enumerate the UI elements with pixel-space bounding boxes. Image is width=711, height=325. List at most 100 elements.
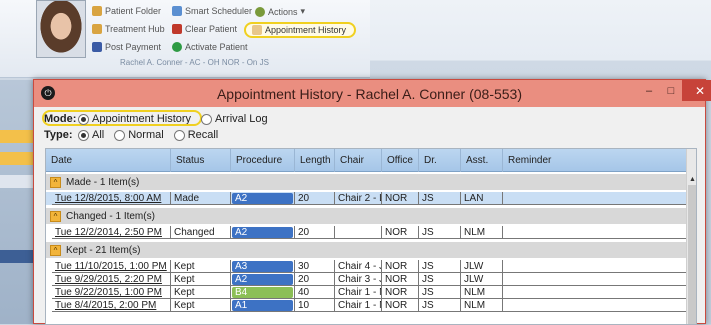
cell-office: NOR (382, 260, 419, 273)
table-row[interactable]: Tue 12/2/2014, 2:50 PM Changed A2 20 NOR JS NL… (46, 226, 686, 239)
type-recall-radio[interactable]: Recall (173, 129, 218, 141)
history-icon (252, 25, 262, 35)
mode-arrival-log-radio[interactable]: Arrival Log (201, 113, 268, 125)
type-normal-label: Normal (128, 129, 164, 141)
procedure-badge: A2 (232, 193, 293, 204)
actions-menu[interactable]: Actions ▾ (255, 6, 305, 17)
minimize-button[interactable]: – (638, 80, 660, 101)
radio-checked-icon[interactable] (78, 129, 89, 141)
cell-procedure: A2 (231, 192, 295, 205)
cell-procedure: B4 (231, 286, 295, 299)
column-header-procedure[interactable]: Procedure (231, 149, 295, 172)
smart-scheduler-button[interactable]: Smart Scheduler (172, 6, 252, 16)
column-header-dr[interactable]: Dr. (419, 149, 461, 172)
group-label: Changed - 1 Item(s) (66, 210, 155, 222)
cell-date[interactable]: Tue 12/2/2014, 2:50 PM (52, 226, 171, 239)
cell-chair: Chair 1 - N (335, 286, 382, 299)
side-tab[interactable] (0, 250, 34, 263)
group-label: Kept - 21 Item(s) (66, 244, 141, 256)
cell-date[interactable]: Tue 12/8/2015, 8:00 AM (52, 192, 171, 205)
cell-length: 10 (295, 299, 335, 312)
mode-highlight (42, 110, 202, 126)
column-header-office[interactable]: Office (382, 149, 419, 172)
cell-length: 20 (295, 192, 335, 205)
dialog-title: Appointment History - Rachel A. Conner (… (216, 85, 523, 102)
cell-date[interactable]: Tue 8/4/2015, 2:00 PM (52, 299, 171, 312)
procedure-badge: A2 (232, 274, 293, 285)
cell-chair: Chair 4 - J (335, 260, 382, 273)
table-row[interactable]: Tue 11/10/2015, 1:00 PM Kept A3 30 Chair 4 -… (46, 260, 686, 273)
maximize-button[interactable]: □ (660, 80, 682, 101)
actions-icon (255, 6, 265, 17)
cell-date[interactable]: Tue 11/10/2015, 1:00 PM (52, 260, 171, 273)
group-header[interactable]: ^ Made - 1 Item(s) (46, 174, 686, 190)
scroll-up-arrow-icon[interactable]: ▲ (688, 175, 696, 184)
cell-status: Kept (171, 299, 231, 312)
cell-date[interactable]: Tue 9/29/2015, 2:20 PM (52, 273, 171, 286)
activate-icon (172, 42, 182, 52)
radio-icon[interactable] (114, 129, 126, 141)
patient-folder-button[interactable]: Patient Folder (92, 6, 161, 16)
close-button[interactable]: ✕ (682, 80, 711, 101)
cell-asst: NLM (461, 226, 503, 239)
cell-length: 20 (295, 273, 335, 286)
treatment-hub-button[interactable]: Treatment Hub (92, 24, 165, 34)
grid-header: Date Status Procedure Length Chair Offic… (46, 149, 686, 172)
type-row: Type: All Normal Recall (44, 128, 224, 142)
table-row[interactable]: Tue 9/22/2015, 1:00 PM Kept B4 40 Chair 1 - … (46, 286, 686, 299)
side-tab[interactable] (0, 175, 34, 188)
activate-patient-label: Activate Patient (185, 42, 248, 52)
activate-patient-button[interactable]: Activate Patient (172, 42, 248, 52)
column-header-date[interactable]: Date (46, 149, 171, 172)
filter-options: Mode: Appointment History Arrival Log Ty… (42, 110, 704, 146)
radio-checked-icon[interactable] (78, 113, 89, 125)
procedure-badge: B4 (232, 287, 293, 298)
type-normal-radio[interactable]: Normal (114, 129, 164, 141)
actions-label: Actions (268, 6, 298, 17)
cell-dr: JS (419, 192, 461, 205)
column-header-status[interactable]: Status (171, 149, 231, 172)
table-row[interactable]: Tue 8/4/2015, 2:00 PM Kept A1 10 Chair 1 - N… (46, 299, 686, 312)
side-tab[interactable] (0, 152, 34, 165)
group-header[interactable]: ^ Kept - 21 Item(s) (46, 242, 686, 258)
radio-icon[interactable] (201, 113, 213, 125)
procedure-badge: A2 (232, 227, 293, 238)
clear-patient-label: Clear Patient (185, 24, 238, 34)
title-bar[interactable]: ⏻ Appointment History - Rachel A. Conner… (34, 80, 711, 107)
collapse-group-icon[interactable]: ^ (50, 244, 61, 256)
column-header-length[interactable]: Length (295, 149, 335, 172)
collapse-group-icon[interactable]: ^ (50, 176, 61, 188)
appointment-history-ribbon-button[interactable]: Appointment History (244, 22, 356, 38)
side-panel (0, 80, 34, 324)
scroll-thumb[interactable] (688, 185, 696, 324)
cell-dr: JS (419, 226, 461, 239)
column-header-reminder[interactable]: Reminder (503, 149, 686, 172)
side-tab[interactable] (0, 130, 34, 143)
cell-asst: NLM (461, 286, 503, 299)
post-payment-button[interactable]: Post Payment (92, 42, 161, 52)
cell-reminder (503, 273, 686, 286)
column-header-asst[interactable]: Asst. (461, 149, 503, 172)
radio-icon[interactable] (173, 129, 185, 141)
treatment-icon (92, 24, 102, 34)
appointment-history-dialog: ⏻ Appointment History - Rachel A. Conner… (33, 79, 711, 325)
clear-patient-button[interactable]: Clear Patient (172, 24, 237, 34)
treatment-hub-label: Treatment Hub (105, 24, 165, 34)
table-row[interactable]: Tue 12/8/2015, 8:00 AM Made A2 20 Chair 2 - … (46, 192, 686, 205)
column-header-chair[interactable]: Chair (335, 149, 382, 172)
group-header[interactable]: ^ Changed - 1 Item(s) (46, 208, 686, 224)
folder-icon (92, 6, 102, 16)
cell-date[interactable]: Tue 9/22/2015, 1:00 PM (52, 286, 171, 299)
cell-reminder (503, 286, 686, 299)
ribbon-caption: Rachel A. Conner - AC - OH NOR - On JS (120, 58, 269, 67)
type-label: Type: (44, 129, 73, 141)
cell-dr: JS (419, 273, 461, 286)
vertical-scrollbar[interactable]: ▲ (686, 149, 696, 324)
mode-arrival-log-label: Arrival Log (215, 113, 268, 125)
collapse-group-icon[interactable]: ^ (50, 210, 61, 222)
type-all-radio[interactable]: All (78, 129, 104, 141)
app-icon: ⏻ (41, 86, 55, 100)
cell-office: NOR (382, 273, 419, 286)
patient-folder-label: Patient Folder (105, 6, 162, 16)
table-row[interactable]: Tue 9/29/2015, 2:20 PM Kept A2 20 Chair 3 - … (46, 273, 686, 286)
